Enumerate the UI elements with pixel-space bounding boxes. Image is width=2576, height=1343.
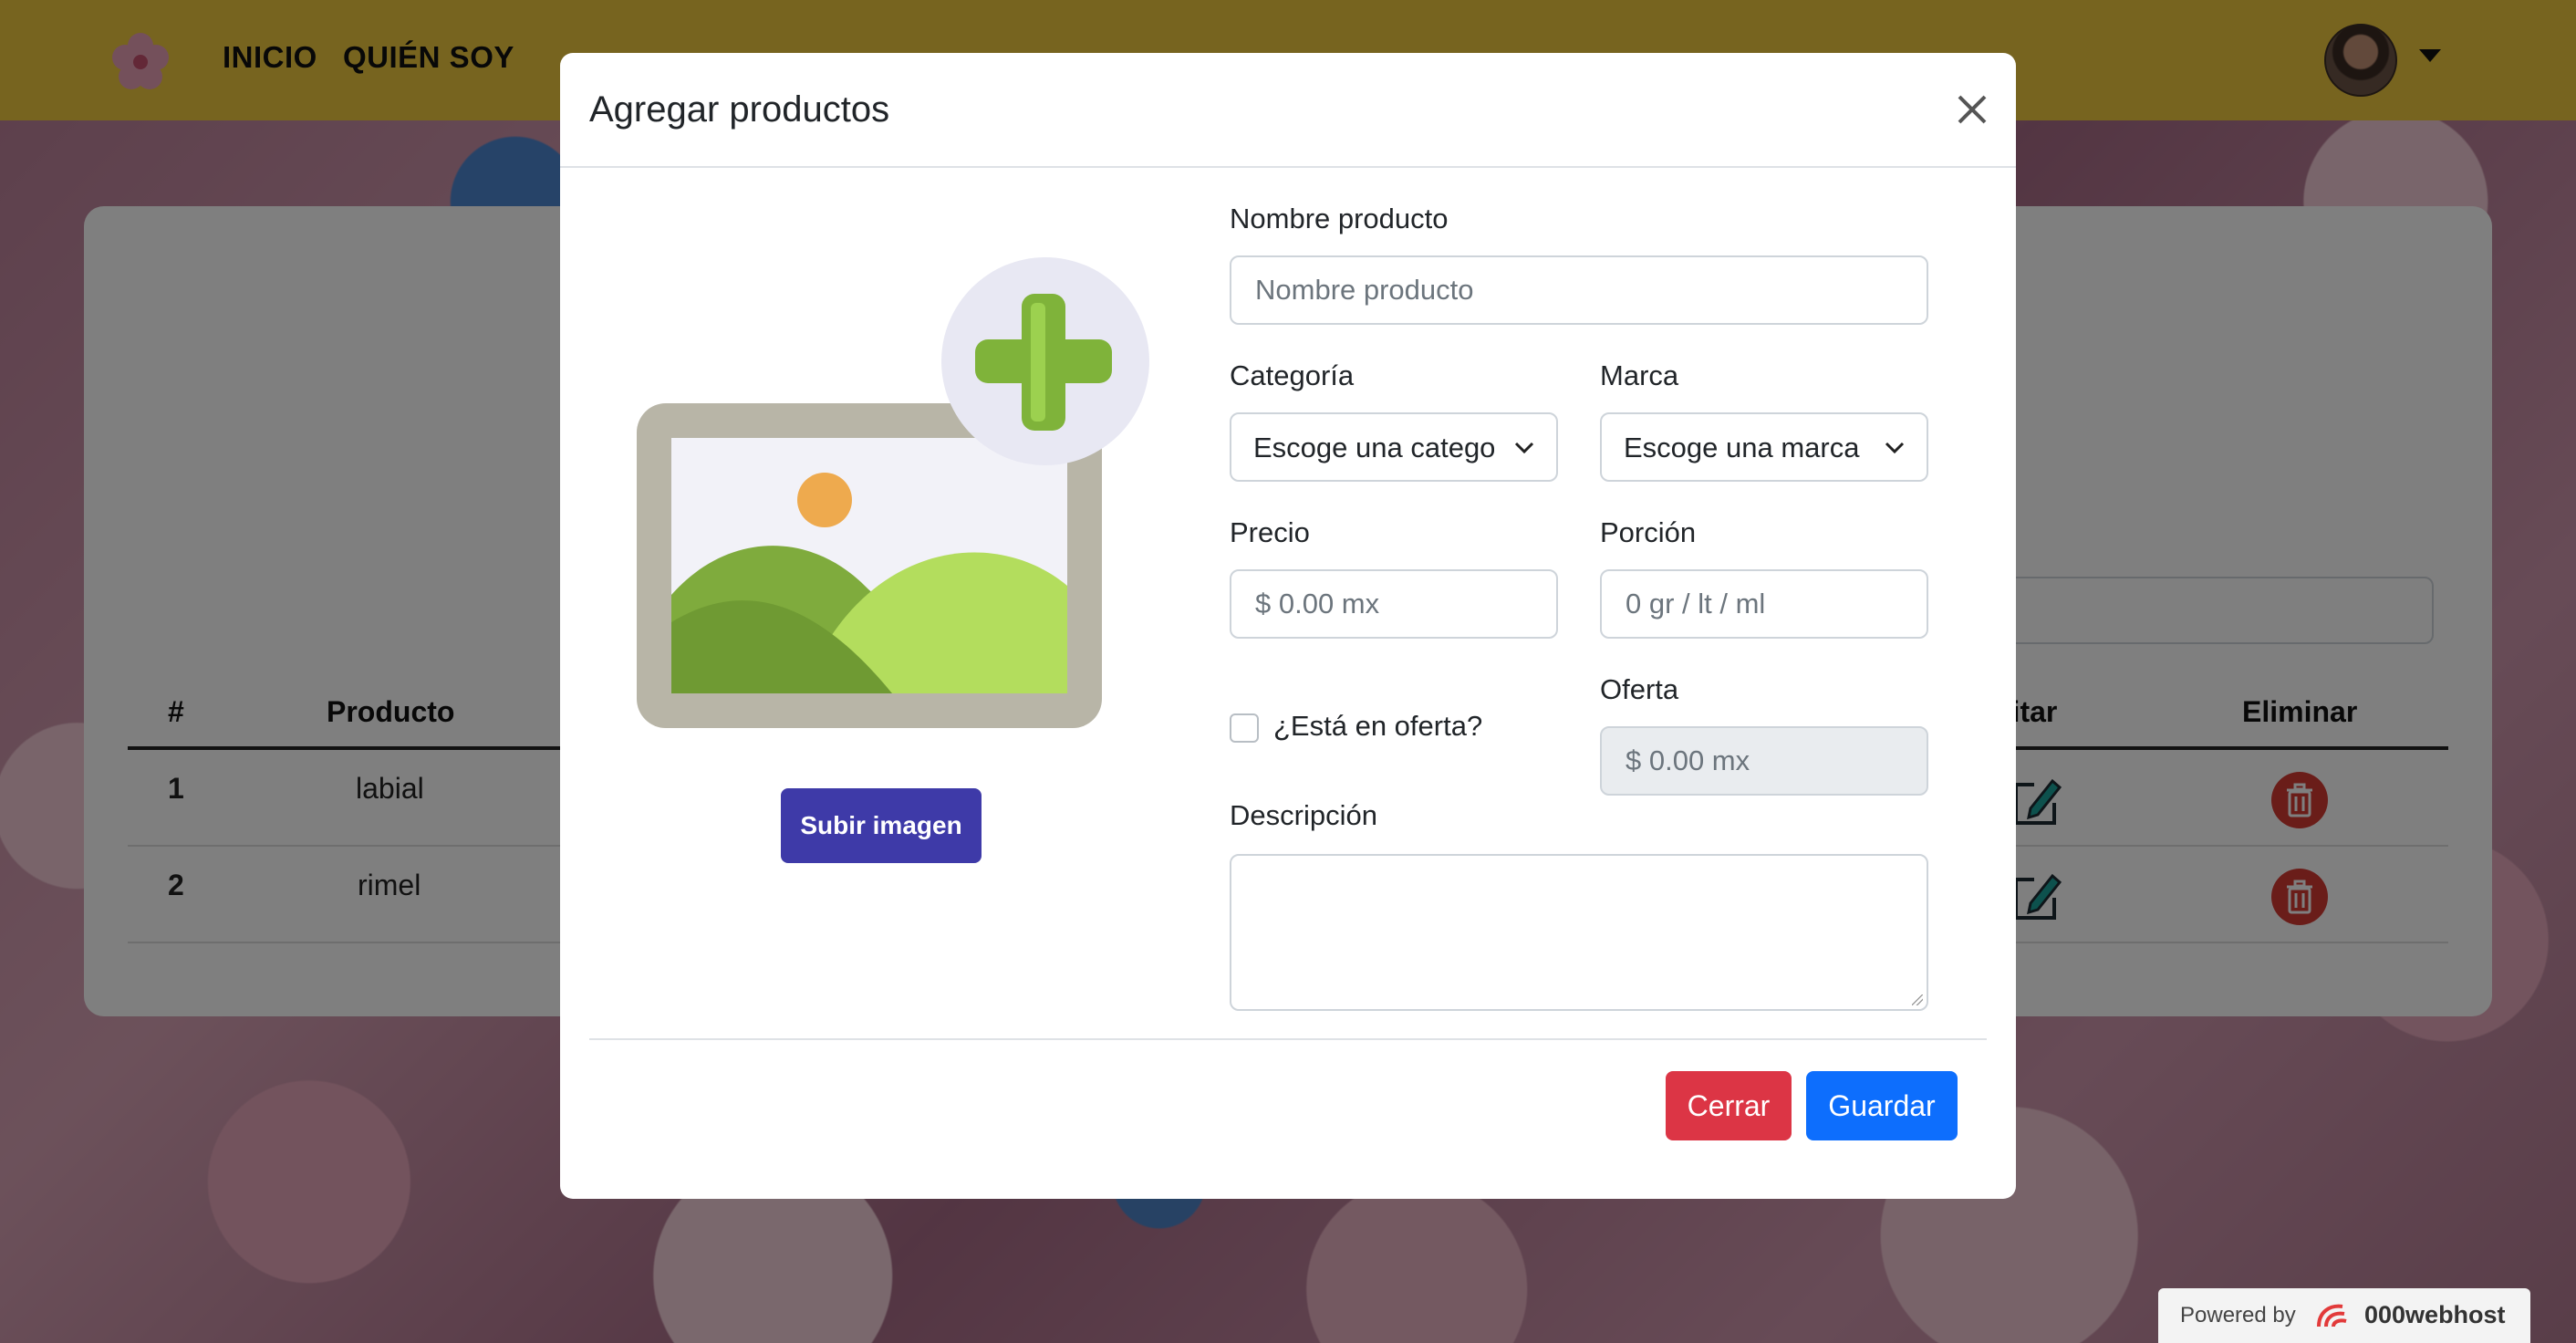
- webhost-logo-icon: [2317, 1304, 2347, 1327]
- cerrar-button[interactable]: Cerrar: [1666, 1071, 1792, 1140]
- powered-by-brand: 000webhost: [2364, 1301, 2506, 1328]
- porcion-label: Porción: [1600, 516, 1697, 548]
- categoria-select[interactable]: Escoge una categoría: [1230, 412, 1558, 482]
- nombre-input[interactable]: [1230, 255, 1928, 325]
- chevron-down-icon: [1514, 442, 1534, 454]
- oferta-checkbox[interactable]: [1230, 713, 1259, 743]
- powered-by-label: Powered by: [2180, 1303, 2296, 1327]
- nombre-label: Nombre producto: [1230, 203, 1449, 234]
- powered-by-badge[interactable]: Powered by 000webhost: [2158, 1288, 2530, 1343]
- close-icon[interactable]: [1947, 84, 1998, 135]
- marca-select-value: Escoge una marca: [1624, 432, 1860, 463]
- upload-image-button[interactable]: Subir imagen: [781, 788, 982, 863]
- guardar-button[interactable]: Guardar: [1806, 1071, 1958, 1140]
- descripcion-textarea[interactable]: [1230, 854, 1928, 1011]
- categoria-label: Categoría: [1230, 359, 1355, 391]
- modal-title: Agregar productos: [589, 89, 890, 130]
- categoria-select-value: Escoge una categoría: [1253, 432, 1494, 463]
- chevron-down-icon: [1885, 442, 1905, 454]
- precio-label: Precio: [1230, 516, 1310, 548]
- marca-select[interactable]: Escoge una marca: [1600, 412, 1928, 482]
- modal-header: Agregar productos: [560, 53, 2016, 168]
- oferta-checkbox-label[interactable]: ¿Está en oferta?: [1273, 710, 1482, 743]
- add-product-modal: Agregar productos Subir imagen Nombre pr…: [560, 53, 2016, 1199]
- precio-input[interactable]: [1230, 569, 1558, 639]
- descripcion-label: Descripción: [1230, 799, 1377, 831]
- resize-handle-icon[interactable]: [1912, 994, 1923, 1005]
- modal-footer-divider: [589, 1038, 1987, 1040]
- oferta-input: [1600, 726, 1928, 796]
- marca-label: Marca: [1600, 359, 1679, 391]
- porcion-input[interactable]: [1600, 569, 1928, 639]
- image-placeholder-icon: [637, 257, 1149, 728]
- oferta-label: Oferta: [1600, 673, 1679, 705]
